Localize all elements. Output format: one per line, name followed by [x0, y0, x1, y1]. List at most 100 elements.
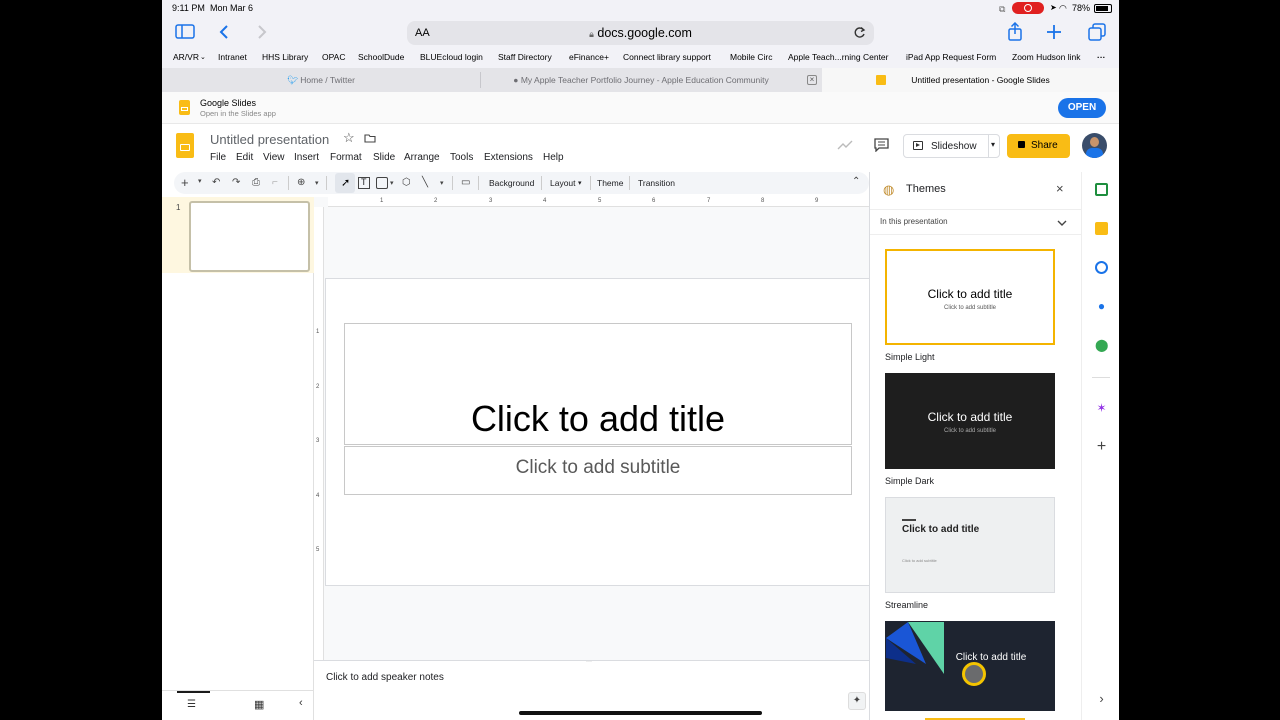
bookmark-item[interactable]: Zoom Hudson link: [1012, 52, 1081, 62]
ruler-tick: 1: [380, 198, 384, 204]
image-icon[interactable]: [376, 177, 388, 189]
menu-insert[interactable]: Insert: [294, 152, 319, 163]
grid-view-icon[interactable]: ▦: [254, 698, 264, 711]
menu-edit[interactable]: Edit: [236, 152, 253, 163]
ruler-tick: 6: [652, 198, 656, 204]
lock-icon: [1018, 141, 1025, 148]
document-title[interactable]: Untitled presentation: [210, 132, 329, 147]
transition-button[interactable]: Transition: [638, 178, 675, 188]
tab-apple-community[interactable]: ● My Apple Teacher Portfolio Journey - A…: [481, 68, 801, 92]
activity-trend-icon[interactable]: [837, 139, 853, 151]
slides-logo[interactable]: [176, 133, 194, 158]
theme-thumbnail-streamline[interactable]: Click to add title Click to add subtitle: [885, 497, 1055, 593]
move-folder-icon[interactable]: [364, 133, 376, 143]
text-box-icon[interactable]: T: [358, 177, 370, 189]
zoom-dropdown-icon[interactable]: ▾: [315, 179, 319, 187]
collapse-filmstrip-icon[interactable]: ‹: [299, 697, 303, 709]
reader-aa-button[interactable]: AA: [415, 21, 430, 45]
subtitle-placeholder[interactable]: Click to add subtitle: [344, 446, 852, 495]
close-icon[interactable]: ×: [1056, 181, 1064, 196]
line-icon[interactable]: ╲: [422, 177, 428, 188]
background-button[interactable]: Background: [489, 178, 534, 188]
tab-twitter[interactable]: 🐦︎ Home / Twitter: [162, 68, 480, 92]
paint-format-icon[interactable]: ⌐: [272, 177, 278, 188]
menu-view[interactable]: View: [263, 152, 285, 163]
theme-thumbnail-simple-light[interactable]: Click to add title Click to add subtitle: [885, 249, 1055, 345]
bookmark-item[interactable]: BLUEcloud login: [420, 52, 483, 62]
bookmark-item[interactable]: Intranet: [218, 52, 247, 62]
forward-icon[interactable]: [256, 24, 268, 40]
new-slide-icon[interactable]: +: [181, 175, 189, 190]
theme-source-dropdown[interactable]: In this presentation: [870, 209, 1082, 235]
menu-format[interactable]: Format: [330, 152, 362, 163]
open-app-button[interactable]: OPEN: [1058, 98, 1106, 118]
image-dropdown-icon[interactable]: ▾: [390, 179, 394, 187]
tab-google-slides[interactable]: Untitled presentation - Google Slides: [822, 68, 1119, 92]
addon-icon[interactable]: ✶: [1095, 402, 1108, 415]
line-dropdown-icon[interactable]: ▾: [440, 179, 444, 187]
slide-thumbnail[interactable]: [189, 201, 310, 272]
add-comment-icon[interactable]: ▭: [461, 177, 470, 188]
layout-dropdown-icon[interactable]: ▾: [578, 179, 582, 187]
menu-slide[interactable]: Slide: [373, 152, 395, 163]
theme-button[interactable]: Theme: [597, 178, 623, 188]
menu-file[interactable]: File: [210, 152, 226, 163]
theme-thumb-title: Click to add title: [927, 410, 1013, 424]
new-tab-icon[interactable]: [1047, 25, 1061, 39]
close-tab-icon[interactable]: ×: [807, 75, 817, 85]
bookmark-item[interactable]: AR/VR: [173, 52, 199, 62]
layout-button[interactable]: Layout: [550, 178, 576, 188]
redo-icon[interactable]: ↷: [232, 177, 240, 188]
explore-icon[interactable]: ✦: [848, 692, 866, 710]
print-icon[interactable]: ⎙: [252, 177, 260, 188]
star-icon[interactable]: ☆: [343, 130, 355, 146]
collapse-toolbar-icon[interactable]: ⌃: [852, 176, 860, 187]
expand-panel-icon[interactable]: ›: [1095, 692, 1108, 705]
bookmark-item[interactable]: Mobile Circ: [730, 52, 773, 62]
contacts-icon[interactable]: ●: [1095, 300, 1108, 313]
menu-arrange[interactable]: Arrange: [404, 152, 440, 163]
select-tool-icon[interactable]: ➚: [335, 173, 355, 193]
slideshow-button[interactable]: Slideshow: [931, 141, 977, 152]
calendar-icon[interactable]: [1095, 183, 1108, 196]
filmstrip-view-icon[interactable]: ☰: [187, 699, 196, 710]
back-icon[interactable]: [218, 24, 230, 40]
slideshow-options-icon[interactable]: ▾: [991, 140, 995, 149]
new-slide-layout-icon[interactable]: ▾: [198, 177, 202, 185]
title-placeholder[interactable]: Click to add title: [344, 323, 852, 445]
theme-thumbnail-simple-dark[interactable]: Click to add title Click to add subtitle: [885, 373, 1055, 469]
shape-icon[interactable]: ⬡: [402, 177, 411, 188]
zoom-icon[interactable]: ⊕: [297, 177, 305, 188]
reload-icon[interactable]: [853, 26, 866, 39]
url-bar[interactable]: AA 🔒︎ docs.google.com: [407, 21, 874, 45]
undo-icon[interactable]: ↶: [212, 177, 220, 188]
lock-icon: 🔒︎: [589, 29, 594, 39]
bookmark-item[interactable]: Connect library support: [623, 52, 711, 62]
share-button[interactable]: Share: [1007, 134, 1070, 158]
tab-overview-icon[interactable]: [1088, 23, 1106, 41]
ruler-tick: 1: [316, 329, 320, 335]
tasks-icon[interactable]: [1095, 261, 1108, 274]
bookmark-item[interactable]: HHS Library: [262, 52, 308, 62]
bookmark-item[interactable]: OPAC: [322, 52, 345, 62]
menu-help[interactable]: Help: [543, 152, 564, 163]
avatar[interactable]: [1082, 133, 1107, 158]
bookmark-item[interactable]: iPad App Request Form: [906, 52, 996, 62]
theme-thumbnail-focus[interactable]: Click to add title: [885, 621, 1055, 711]
comment-icon[interactable]: [874, 138, 889, 152]
bookmark-item[interactable]: Staff Directory: [498, 52, 552, 62]
maps-icon[interactable]: ⬤: [1095, 339, 1108, 352]
notes-resize-handle[interactable]: ···: [586, 659, 592, 665]
apple-icon: ●: [513, 75, 519, 85]
sidebar-icon[interactable]: [175, 24, 195, 40]
bookmark-item[interactable]: eFinance+: [569, 52, 609, 62]
bookmark-item[interactable]: SchoolDude: [358, 52, 404, 62]
share-sheet-icon[interactable]: [1007, 22, 1023, 42]
menu-tools[interactable]: Tools: [450, 152, 473, 163]
bookmark-item[interactable]: Apple Teach...rning Center: [788, 52, 889, 62]
more-icon[interactable]: ···: [1097, 52, 1106, 62]
add-addon-icon[interactable]: +: [1095, 439, 1108, 455]
menu-extensions[interactable]: Extensions: [484, 152, 533, 163]
chevron-down-icon: [1057, 220, 1067, 226]
keep-icon[interactable]: [1095, 222, 1108, 235]
